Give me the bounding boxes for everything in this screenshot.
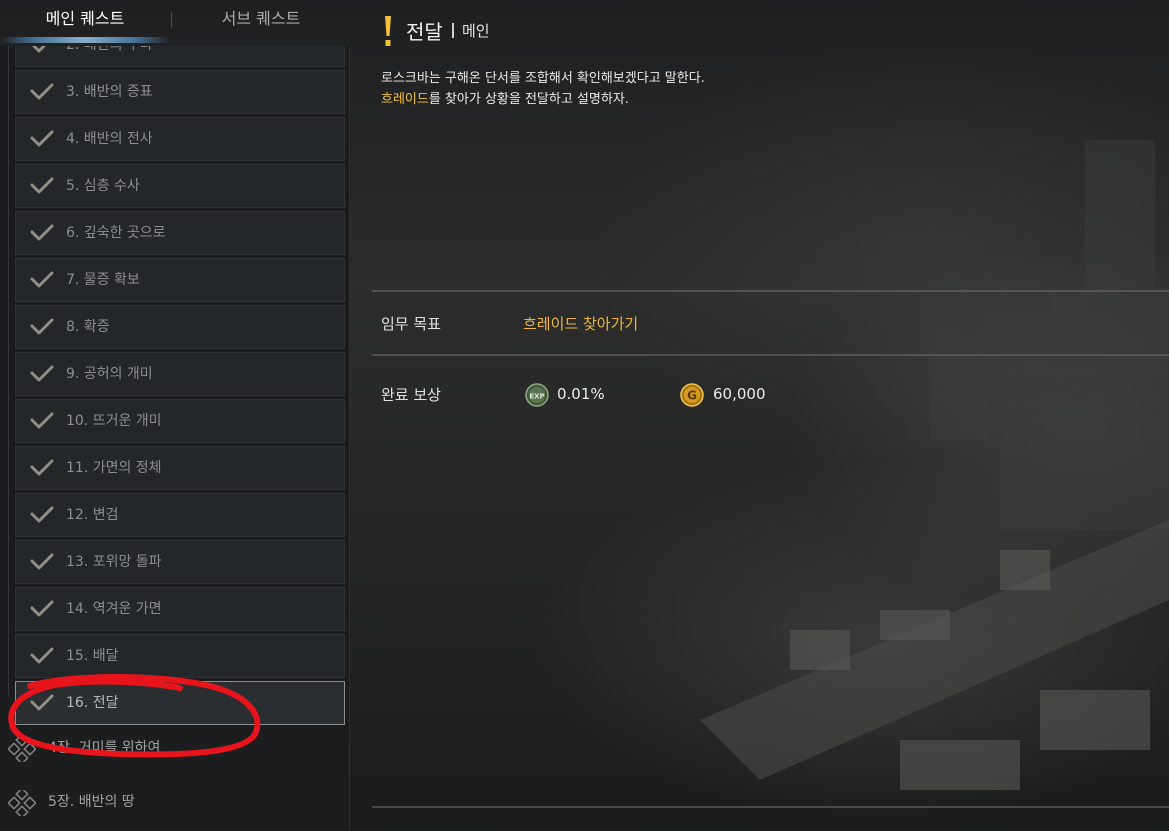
chapter-item-label: 4장. 거미를 위하여 (48, 740, 161, 756)
active-tab-indicator (0, 37, 170, 43)
checkmark-icon (30, 177, 54, 194)
checkmark-icon (30, 506, 54, 523)
checkmark-icon (30, 83, 54, 100)
quest-item[interactable]: 15. 배달 (15, 634, 345, 678)
tab-divider (171, 12, 172, 28)
divider-bottom (372, 806, 1169, 808)
chapter-item[interactable]: 5장. 배반의 땅 (0, 780, 345, 824)
description-line-1: 로스크바는 구해온 단서를 조합해서 확인해보겠다고 말한다. (381, 71, 705, 86)
quest-title: 전달 (406, 20, 443, 44)
quest-item-label: 13. 포위망 돌파 (66, 554, 162, 570)
quest-item-label: 12. 변검 (66, 507, 119, 523)
quest-item[interactable]: 4. 배반의 전사 (15, 117, 345, 161)
objective-link[interactable]: 흐레이드 찾아가기 (523, 313, 638, 334)
quest-item-label: 14. 역겨운 가면 (66, 601, 162, 617)
quest-tabs: 메인 퀘스트 서브 퀘스트 (0, 0, 350, 44)
checkmark-icon (30, 647, 54, 664)
checkmark-icon (30, 224, 54, 241)
quest-type: 메인 (462, 22, 490, 40)
checkmark-icon (30, 553, 54, 570)
checkmark-icon (30, 318, 54, 335)
tab-sub-quest[interactable]: 서브 퀘스트 (176, 0, 346, 40)
quest-item[interactable]: 6. 깊숙한 곳으로 (15, 211, 345, 255)
checkmark-icon (30, 271, 54, 288)
quest-item[interactable]: 9. 공허의 개미 (15, 352, 345, 396)
quest-item-label: 6. 깊숙한 곳으로 (66, 225, 166, 241)
chapter-knot-icon (8, 790, 36, 816)
quest-item-label: 2. 배반의 부라 (66, 46, 153, 68)
quest-item[interactable]: 8. 확증 (15, 305, 345, 349)
quest-item[interactable]: 7. 물증 확보 (15, 258, 345, 302)
checkmark-icon (30, 600, 54, 617)
quest-list[interactable]: 2. 배반의 부라 3. 배반의 증표 4. 배반의 전사 5. 심층 수사 6. 깊숙… (0, 46, 350, 831)
quest-item-label: 16. 전달 (66, 695, 119, 711)
quest-item-label: 10. 뜨거운 개미 (66, 413, 162, 429)
chapter-item[interactable]: 4장. 거미를 위하여 (0, 726, 345, 770)
exp-reward-value: 0.01% (557, 385, 605, 403)
quest-item[interactable]: 2. 배반의 부라 (15, 46, 345, 67)
description-line-2: 흐레이드를 찾아가 상황을 전달하고 설명하자. (381, 89, 705, 110)
npc-highlight: 흐레이드 (381, 92, 429, 107)
chapter-knot-icon (8, 736, 36, 762)
gold-coin-icon: G (680, 383, 704, 407)
quest-detail-panel: 전달 메인 로스크바는 구해온 단서를 조합해서 확인해보겠다고 말한다. 흐레… (372, 0, 1169, 831)
checkmark-icon (31, 46, 47, 53)
quest-item[interactable]: 11. 가면의 정체 (15, 446, 345, 490)
quest-item-selected[interactable]: 16. 전달 (15, 681, 345, 725)
divider-top (372, 290, 1169, 292)
quest-item-label: 15. 배달 (66, 648, 119, 664)
checkmark-icon (30, 694, 54, 711)
tab-main-quest[interactable]: 메인 퀘스트 (0, 0, 170, 40)
chapter-item-label: 5장. 배반의 땅 (48, 794, 135, 810)
divider-middle (372, 354, 1169, 356)
svg-text:G: G (687, 389, 697, 403)
objective-label: 임무 목표 (381, 315, 441, 333)
list-rail (8, 46, 9, 696)
reward-label: 완료 보상 (381, 386, 441, 404)
quest-item[interactable]: 10. 뜨거운 개미 (15, 399, 345, 443)
quest-item-label: 8. 확증 (66, 319, 110, 335)
exp-icon: EXP (525, 383, 549, 407)
quest-item[interactable]: 12. 변검 (15, 493, 345, 537)
checkmark-icon (30, 130, 54, 147)
quest-item-label: 5. 심층 수사 (66, 178, 140, 194)
description-line-2-rest: 를 찾아가 상황을 전달하고 설명하자. (428, 92, 629, 107)
checkmark-icon (30, 365, 54, 382)
quest-item-label: 4. 배반의 전사 (66, 131, 153, 147)
quest-item[interactable]: 14. 역겨운 가면 (15, 587, 345, 631)
gold-reward-value: 60,000 (713, 385, 766, 403)
quest-item-label: 7. 물증 확보 (66, 272, 140, 288)
title-divider (452, 23, 454, 38)
checkmark-icon (30, 459, 54, 476)
quest-item-label: 11. 가면의 정체 (66, 460, 162, 476)
svg-text:EXP: EXP (529, 393, 544, 401)
quest-item[interactable]: 5. 심층 수사 (15, 164, 345, 208)
exclamation-icon (385, 16, 391, 46)
quest-item-label: 9. 공허의 개미 (66, 366, 153, 382)
quest-description: 로스크바는 구해온 단서를 조합해서 확인해보겠다고 말한다. 흐레이드를 찾아… (381, 68, 705, 110)
quest-item-label: 3. 배반의 증표 (66, 84, 153, 100)
quest-item[interactable]: 13. 포위망 돌파 (15, 540, 345, 584)
checkmark-icon (30, 412, 54, 429)
quest-item[interactable]: 3. 배반의 증표 (15, 70, 345, 114)
